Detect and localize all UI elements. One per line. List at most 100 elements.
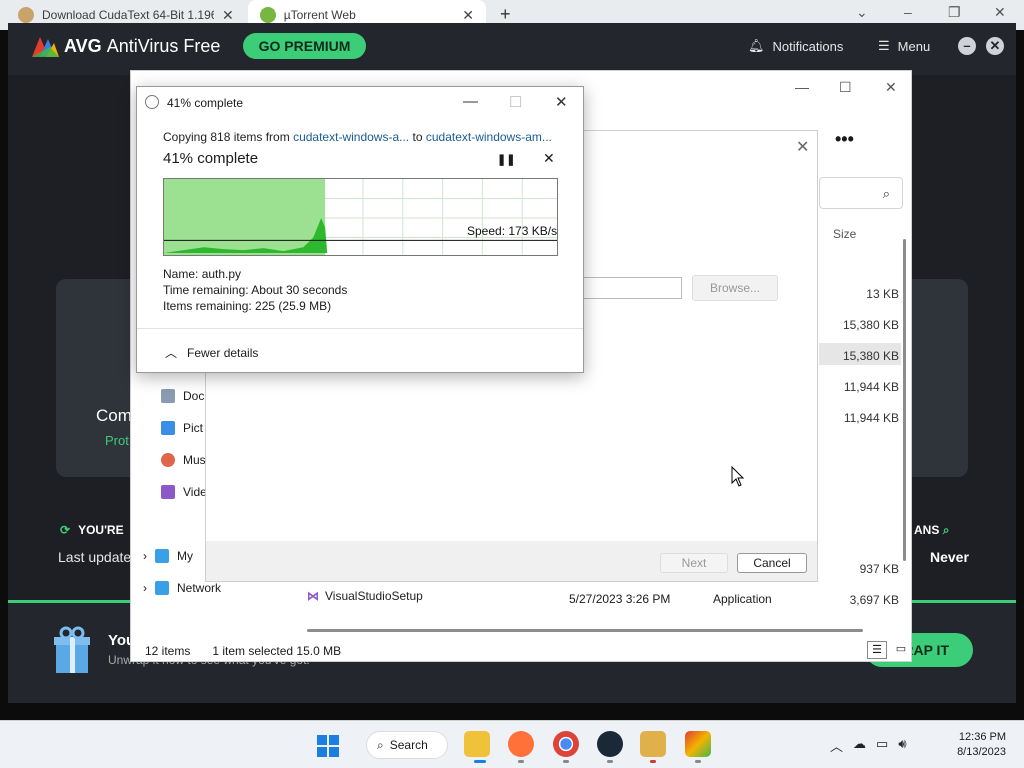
clock-icon	[145, 95, 159, 109]
file-size: 937 KB	[859, 562, 899, 576]
next-button[interactable]: Next	[660, 553, 728, 573]
browse-button[interactable]: Browse...	[692, 275, 778, 301]
explorer-maximize-button[interactable]: ☐	[839, 79, 852, 96]
menu-button[interactable]: ☰ Menu	[878, 38, 930, 54]
dialog-title: 41% complete	[167, 96, 244, 110]
source-folder-link[interactable]: cudatext-windows-a...	[293, 130, 409, 144]
dialog-maximize-button: ☐	[509, 94, 523, 111]
last-update-label: Last update	[58, 549, 132, 565]
nav-videos[interactable]: Vide	[161, 485, 207, 499]
music-icon	[161, 453, 175, 467]
file-size: 15,380 KB	[842, 318, 899, 332]
search-icon: ⌕	[882, 186, 890, 201]
chevron-up-icon[interactable]: ︿	[830, 736, 843, 755]
file-size: 13 KB	[866, 287, 899, 301]
nav-label: Pict	[183, 421, 204, 435]
nav-this-pc[interactable]: › My	[143, 549, 193, 563]
file-size: 3,697 KB	[849, 593, 899, 607]
close-tab-icon[interactable]: ✕	[462, 7, 474, 24]
notifications-button[interactable]: 🔔︎ Notifications	[748, 38, 843, 54]
onedrive-offline-icon[interactable]: ☁	[853, 736, 866, 755]
videos-icon	[161, 485, 175, 499]
active-indicator	[474, 760, 486, 763]
restore-button[interactable]: ❐	[948, 4, 961, 21]
wizard-close-icon[interactable]: ✕	[796, 137, 809, 157]
volume-icon[interactable]: 🔊︎	[898, 736, 906, 755]
avg-taskbar-icon[interactable]	[685, 731, 711, 757]
file-row-visualstudiosetup[interactable]: ⋈ VisualStudioSetup	[307, 589, 423, 603]
taskbar-search-button[interactable]: ⌕ Search	[366, 731, 448, 759]
refresh-icon: ⟳	[60, 523, 71, 537]
destination-path-input[interactable]	[581, 277, 682, 299]
fewer-details-button[interactable]: ︿ Fewer details	[165, 344, 258, 361]
avg-close-button[interactable]: ✕	[986, 37, 1004, 55]
search-label: Search	[389, 738, 428, 752]
steam-taskbar-icon[interactable]	[597, 731, 623, 757]
network-icon[interactable]: ▭	[876, 736, 888, 755]
destination-folder-link[interactable]: cudatext-windows-am...	[426, 130, 552, 144]
column-header-size[interactable]: Size	[833, 227, 856, 241]
vertical-scrollbar[interactable]	[903, 239, 906, 561]
more-options-button[interactable]: •••	[835, 129, 854, 150]
file-type: Application	[713, 592, 772, 606]
copy-progress-dialog: 41% complete — ☐ ✕ Copying 818 items fro…	[136, 86, 584, 373]
notifications-label: Notifications	[772, 38, 844, 54]
dialog-minimize-button[interactable]: —	[463, 93, 478, 110]
percent-complete: 41% complete	[163, 150, 259, 167]
running-indicator	[695, 760, 701, 763]
selection-count: 1 item selected	[212, 644, 294, 658]
pause-icon[interactable]: ❚❚	[497, 153, 515, 166]
status-bar: 12 items 1 item selected 15.0 MB	[145, 644, 341, 658]
archiver-taskbar-icon[interactable]	[640, 731, 666, 757]
windows-start-icon[interactable]	[316, 734, 340, 758]
explorer-minimize-button[interactable]: —	[795, 79, 809, 95]
nav-documents[interactable]: Doc	[161, 389, 204, 403]
details-view-icon[interactable]: ☰	[867, 641, 887, 659]
tiles-view-icon[interactable]: ▭	[891, 641, 911, 659]
selection-size: 15.0 MB	[296, 644, 342, 658]
close-tab-icon[interactable]: ✕	[222, 7, 234, 24]
fewer-details-label: Fewer details	[187, 345, 259, 360]
close-window-button[interactable]: ✕	[994, 4, 1006, 21]
file-explorer-taskbar-icon[interactable]	[464, 731, 490, 757]
firefox-taskbar-icon[interactable]	[508, 731, 534, 757]
bell-icon: 🔔︎	[748, 38, 765, 53]
clock-time: 12:36 PM	[958, 731, 1006, 743]
explorer-search-box[interactable]: ⌕	[819, 177, 903, 209]
horizontal-scrollbar[interactable]	[307, 629, 863, 632]
copy-prefix: Copying 818 items from	[163, 130, 290, 144]
new-tab-button[interactable]: +	[500, 4, 511, 25]
speed-graph	[163, 178, 558, 256]
chevron-right-icon: ›	[143, 581, 147, 595]
nav-network[interactable]: › Network	[143, 581, 221, 595]
chevron-up-icon: ︿	[165, 346, 178, 360]
chevron-right-icon: ›	[143, 549, 147, 563]
minimize-button[interactable]: –	[904, 4, 912, 20]
taskbar-clock[interactable]: 12:36 PM 8/13/2023	[948, 730, 1006, 760]
progress-fill	[164, 179, 326, 255]
nav-label: Mus	[183, 453, 206, 467]
avg-minimize-button[interactable]: –	[958, 37, 976, 55]
nav-pictures[interactable]: Pict	[161, 421, 203, 435]
nav-music[interactable]: Mus	[161, 453, 206, 467]
selection-info: 1 item selected 15.0 MB	[212, 644, 341, 658]
tab-label: Download CudaText 64-Bit 1.196	[42, 8, 214, 22]
chrome-taskbar-icon[interactable]	[553, 731, 579, 757]
stop-icon[interactable]: ✕	[543, 150, 555, 167]
search-icon: ⌕	[942, 523, 950, 537]
detail-value: 225 (25.9 MB)	[255, 299, 332, 313]
tab-search-icon[interactable]: ⌄	[856, 4, 868, 21]
cancel-button[interactable]: Cancel	[737, 553, 807, 573]
copy-description: Copying 818 items from cudatext-windows-…	[163, 130, 552, 144]
running-indicator	[518, 760, 524, 763]
clock-date: 8/13/2023	[957, 746, 1006, 758]
go-premium-button[interactable]: GO PREMIUM	[243, 33, 366, 59]
detail-label: Items remaining:	[163, 299, 252, 313]
explorer-close-button[interactable]: ✕	[885, 79, 897, 96]
documents-icon	[161, 389, 175, 403]
tab-label: µTorrent Web	[283, 8, 356, 22]
system-tray: ︿ ☁ ▭ 🔊︎	[830, 736, 907, 755]
dialog-close-button[interactable]: ✕	[555, 93, 568, 111]
file-size: 11,944 KB	[843, 411, 899, 425]
detail-label: Name:	[163, 267, 199, 281]
